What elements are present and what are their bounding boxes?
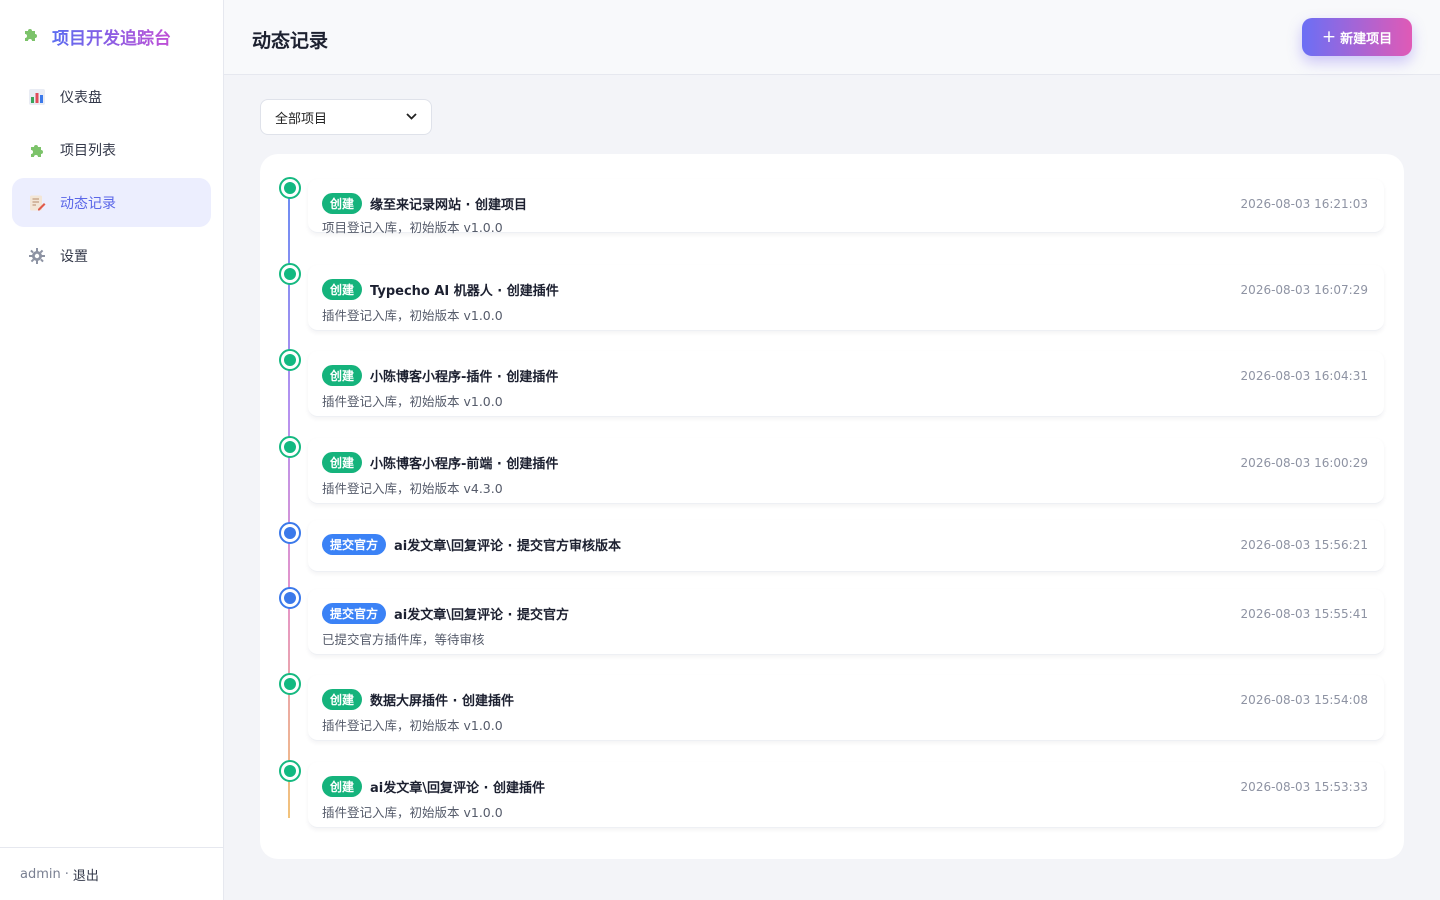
timeline-entry[interactable]: 创建 ai发文章\回复评论 · 创建插件 插件登记入库，初始版本 v1.0.0 … bbox=[308, 762, 1384, 828]
entry-description: 已提交官方插件库，等待审核 bbox=[322, 632, 485, 647]
entry-title: Typecho AI 机器人 · 创建插件 bbox=[370, 284, 559, 299]
page-title: 动态记录 bbox=[252, 30, 329, 52]
status-badge: 创建 bbox=[322, 776, 363, 797]
sidebar-item-label: 仪表盘 bbox=[60, 89, 102, 106]
entry-title: 数据大屏插件 · 创建插件 bbox=[370, 694, 515, 709]
timeline-dot bbox=[279, 673, 301, 695]
entry-title: ai发文章\回复评论 · 提交官方审核版本 bbox=[394, 539, 621, 554]
entry-timestamp: 2026-08-03 16:00:29 bbox=[1240, 456, 1368, 470]
entry-description: 插件登记入库，初始版本 v1.0.0 bbox=[322, 308, 503, 323]
sidebar: 项目开发追踪台 仪表盘 项目列表 动态记录 设置 admin · 退出 bbox=[0, 0, 224, 900]
entry-timestamp: 2026-08-03 16:04:31 bbox=[1240, 369, 1368, 383]
sidebar-item-dashboard[interactable]: 仪表盘 bbox=[12, 72, 211, 121]
status-badge: 提交官方 bbox=[322, 534, 387, 555]
entry-title: ai发文章\回复评论 · 创建插件 bbox=[370, 781, 545, 796]
timeline-entry[interactable]: 创建 Typecho AI 机器人 · 创建插件 插件登记入库，初始版本 v1.… bbox=[308, 265, 1384, 331]
new-project-label: 新建项目 bbox=[1340, 31, 1393, 47]
timeline-dot bbox=[279, 522, 301, 544]
sidebar-item-activity[interactable]: 动态记录 bbox=[12, 178, 211, 227]
timeline-dot bbox=[279, 587, 301, 609]
timeline-dot bbox=[279, 263, 301, 285]
sidebar-nav: 仪表盘 项目列表 动态记录 设置 bbox=[12, 72, 211, 284]
entry-timestamp: 2026-08-03 15:55:41 bbox=[1240, 607, 1368, 621]
timeline-card: 创建 缘至来记录网站 · 创建项目 项目登记入库，初始版本 v1.0.0 202… bbox=[260, 154, 1404, 859]
status-badge: 创建 bbox=[322, 452, 363, 473]
entry-description: 项目登记入库，初始版本 v1.0.0 bbox=[322, 220, 503, 235]
logout-link[interactable]: 退出 bbox=[73, 865, 99, 884]
sidebar-item-settings[interactable]: 设置 bbox=[12, 231, 211, 280]
entry-title: 缘至来记录网站 · 创建项目 bbox=[370, 198, 528, 213]
entry-description: 插件登记入库，初始版本 v1.0.0 bbox=[322, 394, 503, 409]
entry-title: 小陈博客小程序-前端 · 创建插件 bbox=[370, 457, 559, 472]
entry-timestamp: 2026-08-03 16:07:29 bbox=[1240, 283, 1368, 297]
entry-timestamp: 2026-08-03 16:21:03 bbox=[1240, 197, 1368, 211]
status-badge: 创建 bbox=[322, 279, 363, 300]
entry-title: 小陈博客小程序-插件 · 创建插件 bbox=[370, 370, 559, 385]
timeline-dot bbox=[279, 349, 301, 371]
sidebar-item-label: 动态记录 bbox=[60, 195, 116, 212]
entry-timestamp: 2026-08-03 15:53:33 bbox=[1240, 780, 1368, 794]
sidebar-item-label: 设置 bbox=[60, 248, 88, 265]
sidebar-item-label: 项目列表 bbox=[60, 142, 116, 159]
timeline-dot bbox=[279, 436, 301, 458]
chevron-down-icon bbox=[406, 112, 417, 123]
puzzle-icon bbox=[22, 25, 40, 47]
puzzle-icon bbox=[28, 141, 46, 159]
brand[interactable]: 项目开发追踪台 bbox=[22, 24, 171, 49]
status-badge: 创建 bbox=[322, 365, 363, 386]
page-header: 动态记录 + 新建项目 bbox=[224, 0, 1440, 75]
timeline-dot bbox=[279, 760, 301, 782]
app-title: 项目开发追踪台 bbox=[52, 24, 171, 49]
status-badge: 创建 bbox=[322, 689, 363, 710]
memo-icon bbox=[28, 194, 46, 212]
bar-chart-icon bbox=[28, 88, 46, 106]
entry-description: 插件登记入库，初始版本 v4.3.0 bbox=[322, 481, 503, 496]
sidebar-item-projects[interactable]: 项目列表 bbox=[12, 125, 211, 174]
entry-description: 插件登记入库，初始版本 v1.0.0 bbox=[322, 718, 503, 733]
new-project-button[interactable]: + 新建项目 bbox=[1302, 18, 1412, 56]
entry-timestamp: 2026-08-03 15:56:21 bbox=[1240, 538, 1368, 552]
timeline-entry[interactable]: 创建 小陈博客小程序-前端 · 创建插件 插件登记入库，初始版本 v4.3.0 … bbox=[308, 438, 1384, 504]
timeline-entry[interactable]: 创建 数据大屏插件 · 创建插件 插件登记入库，初始版本 v1.0.0 2026… bbox=[308, 675, 1384, 741]
timeline-entry[interactable]: 提交官方 ai发文章\回复评论 · 提交官方审核版本 2026-08-03 15… bbox=[308, 520, 1384, 572]
entry-description: 插件登记入库，初始版本 v1.0.0 bbox=[322, 805, 503, 820]
timeline-entry[interactable]: 创建 缘至来记录网站 · 创建项目 项目登记入库，初始版本 v1.0.0 202… bbox=[308, 179, 1384, 235]
sidebar-footer: admin · 退出 bbox=[0, 847, 223, 900]
status-badge: 提交官方 bbox=[322, 603, 387, 624]
project-filter-select[interactable]: 全部项目 bbox=[260, 99, 432, 135]
entry-title: ai发文章\回复评论 · 提交官方 bbox=[394, 608, 569, 623]
status-badge: 创建 bbox=[322, 193, 363, 214]
plus-icon: + bbox=[1321, 26, 1337, 47]
footer-separator: · bbox=[64, 866, 69, 882]
timeline-entry[interactable]: 提交官方 ai发文章\回复评论 · 提交官方 已提交官方插件库，等待审核 202… bbox=[308, 589, 1384, 655]
timeline-entry[interactable]: 创建 小陈博客小程序-插件 · 创建插件 插件登记入库，初始版本 v1.0.0 … bbox=[308, 351, 1384, 417]
gear-icon bbox=[28, 247, 46, 265]
timeline-dot bbox=[279, 177, 301, 199]
entry-timestamp: 2026-08-03 15:54:08 bbox=[1240, 693, 1368, 707]
username: admin bbox=[20, 866, 61, 882]
filter-selected-value: 全部项目 bbox=[275, 111, 328, 127]
